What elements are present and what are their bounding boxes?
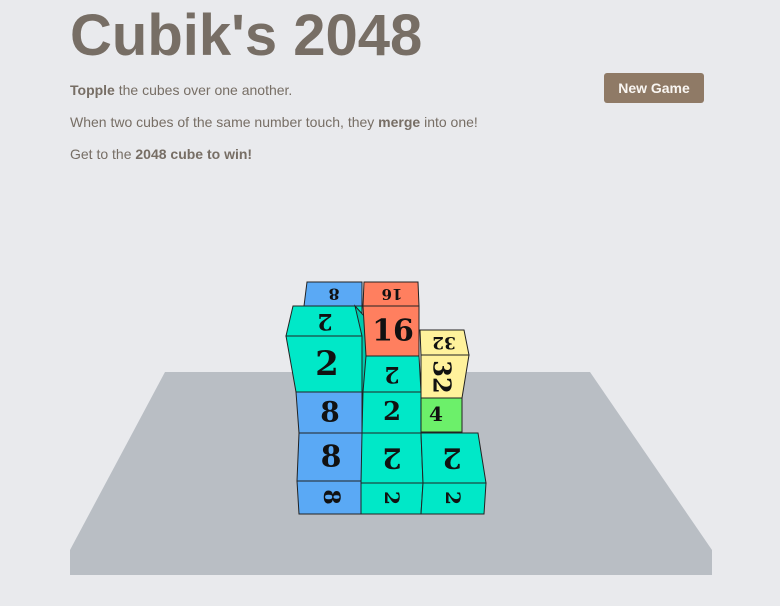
cube-label: 32 xyxy=(428,360,457,393)
cube-label-top: 2 xyxy=(384,361,399,387)
cube-front-right[interactable]: 2 2 xyxy=(420,432,487,515)
cube-middle-center[interactable]: 2 2 xyxy=(361,355,422,434)
cube-middle-left-front[interactable]: 8 xyxy=(295,391,363,434)
cube-back-middle-top[interactable]: 16 16 xyxy=(362,281,420,357)
cube-label-top: 32 xyxy=(432,332,456,352)
cube-label: 2 xyxy=(315,344,339,384)
cube-label-top: 8 xyxy=(321,440,342,475)
cube-back-left-top[interactable]: 8 xyxy=(303,281,363,307)
cube-label: 8 xyxy=(320,396,339,429)
cube-middle-left[interactable]: 2 2 xyxy=(285,304,367,393)
cube-label: 8 xyxy=(318,489,344,504)
cube-label: 8 xyxy=(328,285,339,304)
cube-right-small[interactable]: 4 xyxy=(420,397,463,433)
cube-label: 2 xyxy=(383,397,401,427)
game-board[interactable]: 8 2 2 8 16 16 2 2 32 32 4 8 8 2 2 2 2 xyxy=(0,0,780,606)
cube-front-center[interactable]: 2 2 xyxy=(360,432,424,515)
cube-label-top: 2 xyxy=(317,308,332,334)
cube-label: 16 xyxy=(372,314,414,349)
cube-label-top: 16 xyxy=(382,285,403,303)
cube-front-left[interactable]: 8 8 xyxy=(296,432,363,515)
cube-right-top[interactable]: 32 32 xyxy=(419,329,470,399)
cube-label: 2 xyxy=(380,491,404,505)
cube-label-top: 2 xyxy=(382,442,401,475)
cube-label-top: 2 xyxy=(442,442,461,475)
cube-label: 2 xyxy=(441,491,465,505)
cube-label: 4 xyxy=(429,402,443,426)
